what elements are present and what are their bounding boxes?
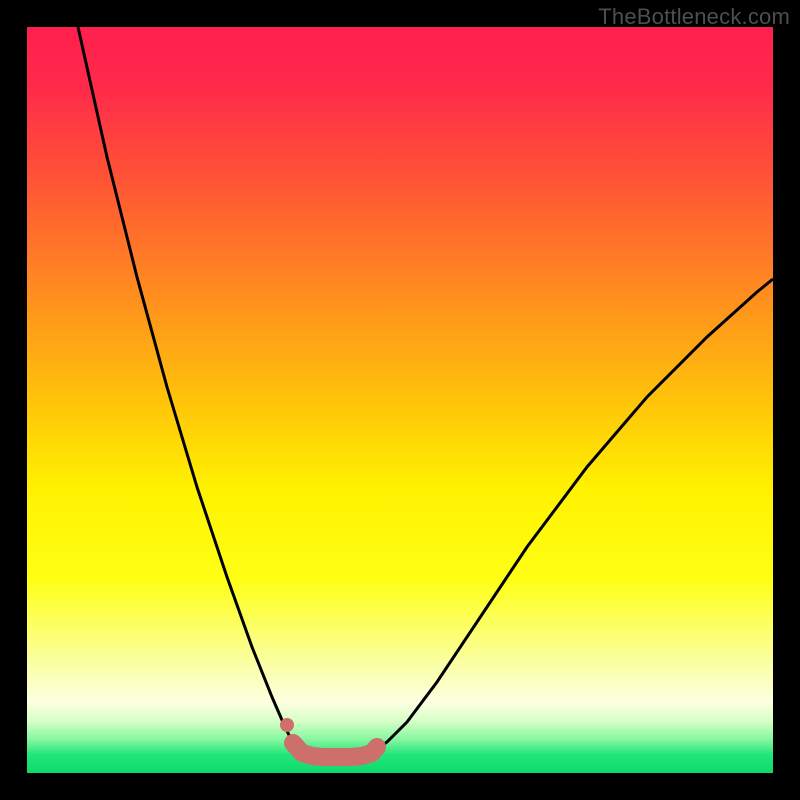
bottleneck-curve-right: [362, 279, 773, 756]
bottleneck-curve-left: [78, 27, 320, 756]
chart-frame: [27, 27, 773, 773]
chart-plot: [27, 27, 773, 773]
watermark-text: TheBottleneck.com: [598, 4, 790, 30]
bottom-marker-segment: [293, 743, 377, 757]
marker-dot-icon: [280, 718, 294, 732]
